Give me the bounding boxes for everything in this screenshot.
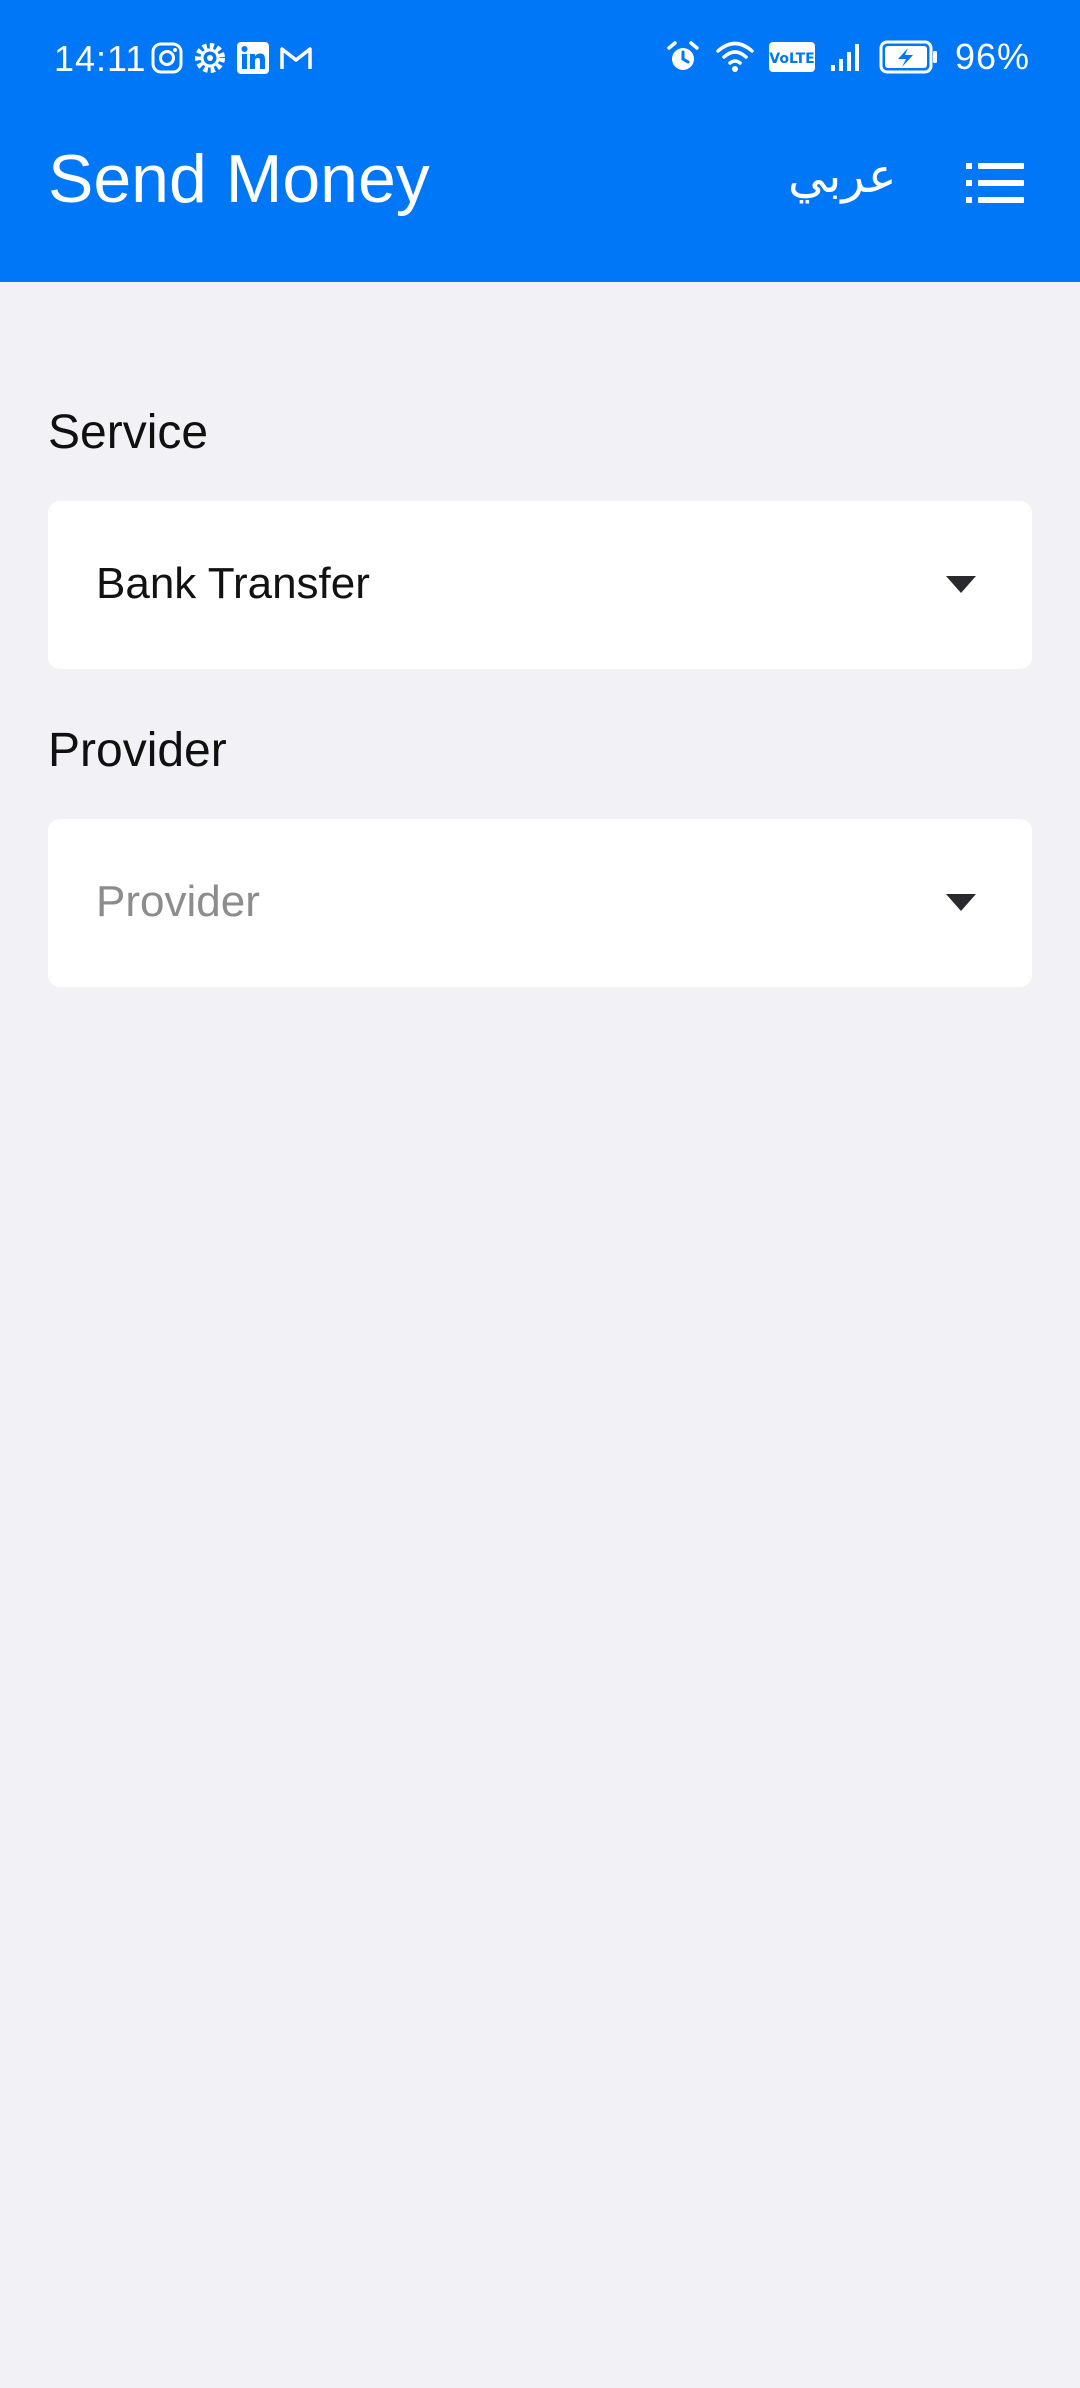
service-label: Service	[48, 406, 209, 459]
service-select[interactable]: Bank Transfer	[48, 501, 1032, 669]
provider-placeholder: Provider	[96, 877, 260, 926]
service-selected-value: Bank Transfer	[96, 559, 370, 608]
alarm-icon	[665, 39, 701, 75]
provider-select[interactable]: Provider	[48, 819, 1032, 987]
battery-percent: 96%	[954, 36, 1030, 77]
settings-gear-icon	[192, 40, 228, 76]
volte-label: VoLTE	[769, 51, 814, 67]
language-toggle-button[interactable]: عربي	[788, 148, 897, 204]
app-bar: 14:11 VoLTE 96% Send Money عربي	[0, 0, 1080, 282]
provider-label: Provider	[48, 724, 227, 777]
status-system-icons: VoLTE 96%	[665, 36, 1030, 78]
volte-icon: VoLTE	[768, 42, 815, 72]
wifi-icon	[715, 39, 755, 75]
status-app-icons	[150, 40, 314, 76]
battery-charging-icon	[879, 40, 939, 74]
list-menu-icon[interactable]	[964, 160, 1026, 206]
status-time: 14:11	[54, 38, 147, 79]
gmail-icon	[278, 43, 314, 73]
status-bar: 14:11 VoLTE 96%	[0, 0, 1080, 120]
caret-down-icon	[946, 576, 976, 594]
caret-down-icon	[946, 894, 976, 912]
linkedin-icon	[236, 41, 270, 75]
instagram-icon	[150, 41, 184, 75]
send-money-form: Service Bank Transfer Provider Provider	[0, 282, 1080, 2388]
signal-icon	[829, 41, 865, 73]
page-title: Send Money	[48, 141, 430, 217]
